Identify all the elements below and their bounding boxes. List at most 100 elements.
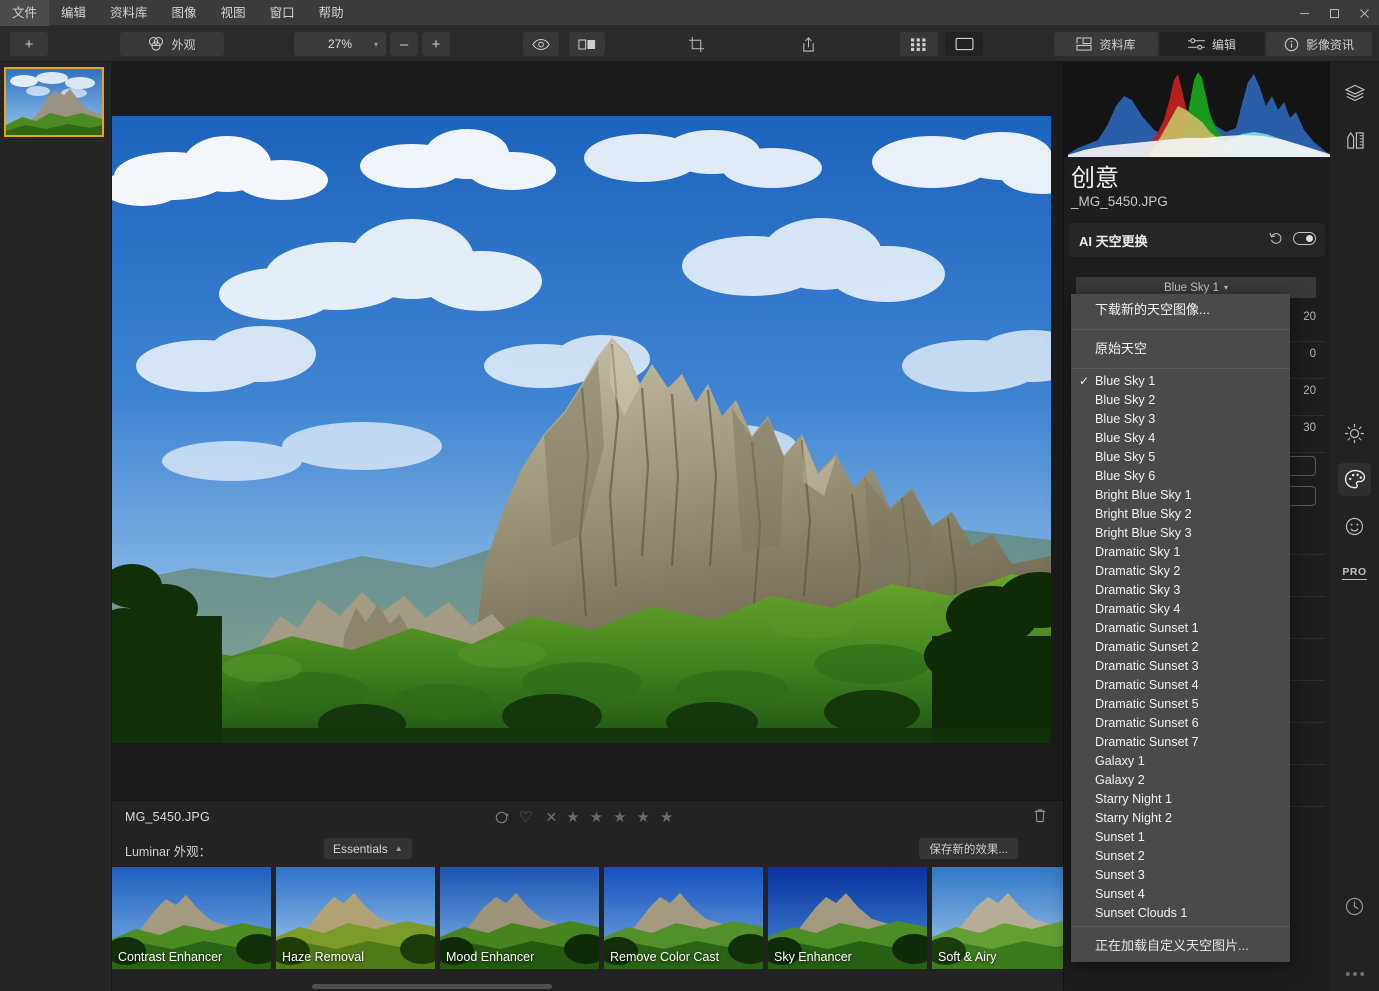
dd-sky-option[interactable]: Dramatic Sunset 1 — [1071, 619, 1290, 638]
tab-library[interactable]: 资料库 — [1054, 32, 1158, 56]
close-button[interactable] — [1349, 0, 1379, 26]
trash-icon[interactable] — [1033, 808, 1047, 823]
zoom-out-button[interactable]: – — [390, 32, 418, 56]
dropdown-separator — [1071, 368, 1290, 369]
dd-sky-option[interactable]: Blue Sky 3 — [1071, 410, 1290, 429]
dd-sky-option[interactable]: Dramatic Sunset 6 — [1071, 714, 1290, 733]
menu-image[interactable]: 图像 — [160, 0, 209, 26]
pro-panel-button[interactable]: PRO — [1338, 556, 1371, 589]
dd-sky-option[interactable]: Blue Sky 1 — [1071, 372, 1290, 391]
menu-window[interactable]: 窗口 — [258, 0, 307, 26]
dd-sky-option[interactable]: Blue Sky 2 — [1071, 391, 1290, 410]
looks-button[interactable]: 外观 — [120, 32, 224, 56]
eye-icon — [532, 38, 550, 51]
menu-library[interactable]: 资料库 — [98, 0, 160, 26]
dd-original-sky[interactable]: 原始天空 — [1071, 333, 1290, 365]
dd-sky-option[interactable]: Dramatic Sunset 3 — [1071, 657, 1290, 676]
section-header[interactable]: AI 天空更换 — [1069, 223, 1325, 257]
section-actions — [1269, 232, 1316, 245]
image-canvas[interactable] — [112, 62, 1063, 800]
star-1[interactable]: ★ — [566, 808, 580, 826]
dd-sky-option[interactable]: Sunset 1 — [1071, 828, 1290, 847]
tab-edit[interactable]: 编辑 — [1160, 32, 1264, 56]
more-options-button[interactable] — [1338, 957, 1371, 990]
star-4[interactable]: ★ — [637, 808, 651, 826]
dd-sky-option[interactable]: Sunset 3 — [1071, 866, 1290, 885]
dd-sky-option[interactable]: Bright Blue Sky 1 — [1071, 486, 1290, 505]
dd-sky-option[interactable]: Galaxy 1 — [1071, 752, 1290, 771]
dd-sky-option[interactable]: Sunset 4 — [1071, 885, 1290, 904]
before-after-button[interactable] — [569, 32, 605, 56]
reject-icon[interactable]: ✕ — [545, 809, 557, 826]
dd-download-new-skies[interactable]: 下载新的天空图像... — [1071, 294, 1290, 326]
dd-sky-option[interactable]: Dramatic Sky 4 — [1071, 600, 1290, 619]
single-view-button[interactable] — [945, 32, 983, 56]
dd-sky-option[interactable]: Sunset 2 — [1071, 847, 1290, 866]
grid-view-button[interactable] — [900, 32, 938, 56]
menu-help[interactable]: 帮助 — [307, 0, 356, 26]
dd-sky-option[interactable]: Starry Night 2 — [1071, 809, 1290, 828]
flag-icon[interactable] — [495, 811, 510, 824]
preset-scrollbar[interactable] — [312, 984, 552, 989]
maximize-button[interactable] — [1319, 0, 1349, 26]
preset-card[interactable]: Soft & Airy — [932, 867, 1063, 969]
favorite-icon[interactable]: ♡ — [519, 808, 532, 826]
add-image-button[interactable]: + — [10, 32, 48, 56]
menu-edit[interactable]: 编辑 — [49, 0, 98, 26]
light-panel-button[interactable] — [1338, 417, 1371, 450]
dd-sky-option[interactable]: Dramatic Sky 3 — [1071, 581, 1290, 600]
creative-panel-button[interactable] — [1338, 463, 1371, 496]
reset-icon[interactable] — [1269, 232, 1283, 245]
filmstrip-thumbnail[interactable] — [4, 67, 104, 137]
zoom-level-select[interactable]: 27% ▾ — [294, 32, 386, 56]
preset-card[interactable]: Sky Enhancer — [768, 867, 927, 969]
save-new-look-button[interactable]: 保存新的效果... — [919, 838, 1018, 859]
star-5[interactable]: ★ — [660, 808, 674, 826]
looks-collection-select[interactable]: Essentials ▲ — [324, 838, 412, 859]
dd-sky-option[interactable]: Galaxy 2 — [1071, 771, 1290, 790]
dd-sky-option[interactable]: Dramatic Sunset 5 — [1071, 695, 1290, 714]
dd-sky-option[interactable]: Dramatic Sunset 4 — [1071, 676, 1290, 695]
preset-card[interactable]: Haze Removal — [276, 867, 435, 969]
library-icon — [1076, 37, 1092, 51]
dd-sky-option[interactable]: Blue Sky 4 — [1071, 429, 1290, 448]
preset-name: Sky Enhancer — [774, 950, 852, 964]
compare-icon — [578, 38, 596, 51]
preset-card[interactable]: Remove Color Cast — [604, 867, 763, 969]
thumbnail-image — [6, 69, 102, 135]
star-3[interactable]: ★ — [613, 808, 627, 826]
preset-card[interactable]: Contrast Enhancer — [112, 867, 271, 969]
history-panel-button[interactable] — [1338, 890, 1371, 923]
portrait-panel-button[interactable] — [1338, 510, 1371, 543]
tab-info-label: 影像资讯 — [1305, 37, 1354, 52]
current-file-name: MG_5450.JPG — [125, 810, 210, 824]
tab-info[interactable]: 影像资讯 — [1266, 32, 1372, 56]
dd-sky-option[interactable]: Dramatic Sky 2 — [1071, 562, 1290, 581]
layers-panel-button[interactable] — [1338, 76, 1371, 109]
preset-card[interactable]: Mood Enhancer — [440, 867, 599, 969]
histogram — [1064, 62, 1331, 157]
crop-button[interactable] — [678, 32, 714, 56]
plus-icon: + — [24, 35, 34, 53]
dd-sky-option[interactable]: Starry Night 1 — [1071, 790, 1290, 809]
dd-sky-option[interactable]: Blue Sky 5 — [1071, 448, 1290, 467]
menu-view[interactable]: 视图 — [209, 0, 258, 26]
dd-sky-option[interactable]: Dramatic Sky 1 — [1071, 543, 1290, 562]
minimize-button[interactable] — [1289, 0, 1319, 26]
dd-sky-option[interactable]: Dramatic Sunset 2 — [1071, 638, 1290, 657]
window-controls — [1289, 0, 1379, 26]
dd-sky-option[interactable]: Blue Sky 6 — [1071, 467, 1290, 486]
dd-sky-option[interactable]: Dramatic Sunset 7 — [1071, 733, 1290, 752]
dd-sky-option[interactable]: Bright Blue Sky 3 — [1071, 524, 1290, 543]
star-2[interactable]: ★ — [590, 808, 604, 826]
preview-toggle-button[interactable] — [523, 32, 559, 56]
dd-sky-option[interactable]: Sunset Clouds 1 — [1071, 904, 1290, 923]
tools-panel-button[interactable] — [1338, 124, 1371, 157]
section-enable-toggle[interactable] — [1293, 232, 1316, 245]
dropdown-separator — [1071, 926, 1290, 927]
share-button[interactable] — [790, 32, 826, 56]
menu-file[interactable]: 文件 — [0, 0, 50, 26]
dd-sky-option[interactable]: Bright Blue Sky 2 — [1071, 505, 1290, 524]
slider-value: 20 — [1303, 311, 1316, 323]
zoom-in-button[interactable]: + — [422, 32, 450, 56]
